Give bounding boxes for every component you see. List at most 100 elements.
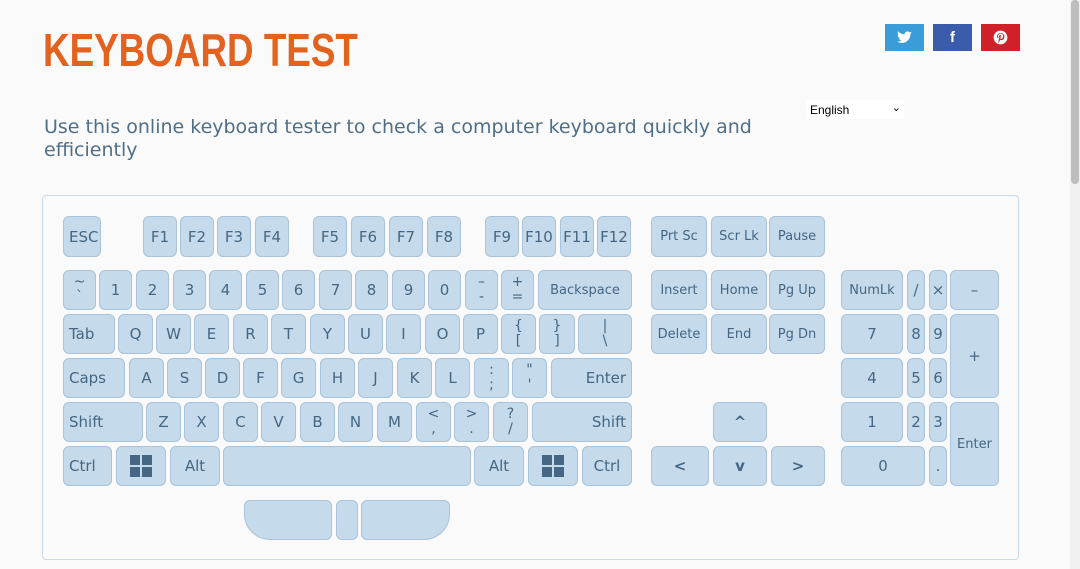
key-f6[interactable]: F6: [351, 216, 385, 257]
key-arrow-down[interactable]: v: [713, 446, 767, 486]
key-q[interactable]: Q: [118, 314, 153, 354]
key-prt-sc[interactable]: Prt Sc: [651, 216, 707, 257]
touchpad-middle-button[interactable]: [336, 500, 358, 540]
key-numpad-2[interactable]: 2: [907, 402, 925, 442]
key-scr-lk[interactable]: Scr Lk: [711, 216, 767, 257]
key-d[interactable]: D: [205, 358, 240, 398]
key-f[interactable]: F: [243, 358, 278, 398]
page-scrollbar[interactable]: [1070, 0, 1080, 569]
key-v[interactable]: V: [261, 402, 296, 442]
key-e[interactable]: E: [194, 314, 229, 354]
key-j[interactable]: J: [358, 358, 393, 398]
key-x[interactable]: X: [184, 402, 219, 442]
key-tab[interactable]: Tab: [63, 314, 115, 354]
key-symbol[interactable]: | \: [578, 314, 632, 354]
key-backspace[interactable]: Backspace: [538, 270, 632, 310]
language-select[interactable]: English ⌄: [806, 100, 904, 119]
key-1[interactable]: 1: [99, 270, 132, 310]
key-numpad-9[interactable]: 9: [929, 314, 947, 354]
key-f9[interactable]: F9: [485, 216, 519, 257]
key-f3[interactable]: F3: [217, 216, 251, 257]
key-numpad-3[interactable]: 3: [929, 402, 947, 442]
key-pause[interactable]: Pause: [769, 216, 825, 257]
key-pg-up[interactable]: Pg Up: [769, 270, 825, 310]
key-delete[interactable]: Delete: [651, 314, 707, 354]
key-7[interactable]: 7: [319, 270, 352, 310]
key-numpad-6[interactable]: 6: [929, 358, 947, 398]
key-windows[interactable]: [528, 446, 578, 486]
facebook-share-button[interactable]: f: [933, 24, 972, 51]
twitter-share-button[interactable]: [885, 24, 924, 51]
key-5[interactable]: 5: [246, 270, 279, 310]
key-numlock[interactable]: NumLk: [841, 270, 903, 310]
key-m[interactable]: M: [377, 402, 412, 442]
key-pg-dn[interactable]: Pg Dn: [769, 314, 825, 354]
key-arrow-right[interactable]: >: [771, 446, 825, 486]
key-o[interactable]: O: [425, 314, 460, 354]
key-symbol[interactable]: <,: [416, 402, 451, 442]
key-l[interactable]: L: [435, 358, 470, 398]
key-symbol[interactable]: :;: [474, 358, 509, 398]
key-ctrl-left[interactable]: Ctrl: [63, 446, 112, 486]
key-numpad-4[interactable]: 4: [841, 358, 903, 398]
key-alt-right[interactable]: Alt: [474, 446, 524, 486]
key-f12[interactable]: F12: [597, 216, 631, 257]
key-f2[interactable]: F2: [180, 216, 214, 257]
key-f7[interactable]: F7: [389, 216, 423, 257]
key-shift[interactable]: Shift: [532, 402, 632, 442]
key-alt-left[interactable]: Alt: [170, 446, 220, 486]
key-b[interactable]: B: [300, 402, 335, 442]
key-9[interactable]: 9: [392, 270, 425, 310]
key-symbol[interactable]: {[: [501, 314, 536, 354]
key-arrow-up[interactable]: ^: [713, 402, 767, 442]
key-f5[interactable]: F5: [313, 216, 347, 257]
key-c[interactable]: C: [223, 402, 258, 442]
key-3[interactable]: 3: [173, 270, 206, 310]
key-8[interactable]: 8: [355, 270, 388, 310]
key-f1[interactable]: F1: [143, 216, 177, 257]
key-numpad-7[interactable]: 7: [841, 314, 903, 354]
key-numpad-dot[interactable]: .: [929, 446, 947, 486]
key-enter[interactable]: Enter: [551, 358, 632, 398]
key-arrow-left[interactable]: <: [651, 446, 709, 486]
key-k[interactable]: K: [397, 358, 432, 398]
key-i[interactable]: I: [386, 314, 421, 354]
key-shift[interactable]: Shift: [63, 402, 143, 442]
key-numpad-divide[interactable]: /: [907, 270, 925, 310]
key-s[interactable]: S: [167, 358, 202, 398]
key-numpad-5[interactable]: 5: [907, 358, 925, 398]
key-4[interactable]: 4: [209, 270, 242, 310]
touchpad-right-button[interactable]: [361, 500, 450, 540]
key-numpad-1[interactable]: 1: [841, 402, 903, 442]
key-a[interactable]: A: [129, 358, 164, 398]
key-t[interactable]: T: [271, 314, 306, 354]
key-insert[interactable]: Insert: [651, 270, 707, 310]
key-u[interactable]: U: [348, 314, 383, 354]
key-caps[interactable]: Caps: [63, 358, 125, 398]
key-z[interactable]: Z: [146, 402, 181, 442]
pinterest-share-button[interactable]: [981, 24, 1020, 51]
key-y[interactable]: Y: [310, 314, 345, 354]
key-f10[interactable]: F10: [522, 216, 556, 257]
key-numpad-plus[interactable]: +: [950, 314, 999, 398]
touchpad-left-button[interactable]: [244, 500, 332, 540]
key-2[interactable]: 2: [136, 270, 169, 310]
key-symbol[interactable]: – -: [465, 270, 498, 310]
key-n[interactable]: N: [338, 402, 373, 442]
key-ctrl-right[interactable]: Ctrl: [582, 446, 632, 486]
key-symbol[interactable]: + =: [501, 270, 534, 310]
key-numpad-multiply[interactable]: ×: [929, 270, 947, 310]
key-home[interactable]: Home: [711, 270, 767, 310]
key-esc[interactable]: ESC: [63, 216, 101, 257]
key-f11[interactable]: F11: [560, 216, 594, 257]
key-6[interactable]: 6: [282, 270, 315, 310]
key-f4[interactable]: F4: [255, 216, 289, 257]
key-numpad-0[interactable]: 0: [841, 446, 925, 486]
key-symbol[interactable]: ~ `: [63, 270, 96, 310]
key-symbol[interactable]: " ': [512, 358, 547, 398]
key-symbol[interactable]: ? /: [493, 402, 528, 442]
key-symbol[interactable]: }]: [539, 314, 575, 354]
key-f8[interactable]: F8: [427, 216, 461, 257]
key-0[interactable]: 0: [428, 270, 461, 310]
key-numpad-minus[interactable]: –: [950, 270, 999, 310]
